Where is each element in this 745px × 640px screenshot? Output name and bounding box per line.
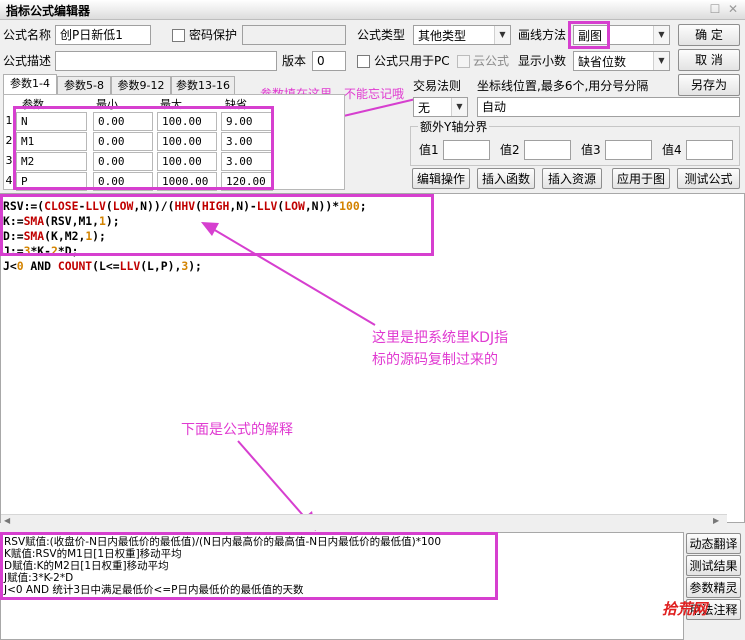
chevron-down-icon: ▼ (653, 26, 669, 44)
draw-label: 画线方法 (518, 28, 567, 42)
cancel-button[interactable]: 取 消 (678, 49, 740, 71)
code-annotation-line2: 标的源码复制过来的 (372, 352, 498, 368)
version-label: 版本 (282, 54, 307, 68)
apply-to-chart-button[interactable]: 应用于图 (612, 168, 670, 189)
insert-resource-button[interactable]: 插入资源 (542, 168, 602, 189)
editor-scrollbar[interactable]: ◀ ▶ (1, 514, 727, 530)
save-as-button[interactable]: 另存为 (678, 74, 740, 96)
password-label: 密码保护 (189, 28, 238, 42)
desc-label: 公式描述 (3, 54, 52, 68)
decimal-select[interactable]: 缺省位数 ▼ (573, 51, 670, 71)
insert-function-button[interactable]: 插入函数 (477, 168, 535, 189)
desc-input[interactable] (55, 51, 277, 71)
watermark-logo: 拾荒网 (662, 600, 708, 618)
pc-only-label: 公式只用于PC (374, 54, 450, 68)
decimal-label: 显示小数 (518, 54, 567, 68)
name-input[interactable]: 创P日新低1 (55, 25, 151, 45)
explain-annotation: 下面是公式的解释 (181, 422, 293, 438)
chevron-down-icon: ▼ (451, 98, 467, 116)
chevron-down-icon: ▼ (653, 52, 669, 70)
scroll-left-icon[interactable]: ◀ (4, 516, 10, 525)
code-line-cond: J<0 AND COUNT(L<=LLV(L,P),3); (3, 259, 202, 273)
test-result-button[interactable]: 测试结果 (686, 555, 741, 576)
trade-rule-value: 无 (418, 101, 431, 115)
maximize-icon[interactable]: ☐ (708, 2, 722, 16)
cloud-label: 云公式 (473, 54, 510, 68)
explain-highlight (0, 532, 498, 600)
type-select-value: 其他类型 (418, 29, 467, 43)
test-formula-button[interactable]: 测试公式 (677, 168, 740, 189)
trade-rule-select[interactable]: 无 ▼ (413, 97, 468, 117)
code-arrow (201, 222, 376, 326)
scroll-right-icon[interactable]: ▶ (713, 516, 719, 525)
extra-axis-label: 额外Y轴分界 (418, 117, 490, 137)
dynamic-translate-button[interactable]: 动态翻译 (686, 533, 741, 554)
tab-params-9-12[interactable]: 参数9-12 (111, 76, 171, 95)
close-icon[interactable]: ✕ (726, 2, 740, 16)
cloud-checkbox[interactable] (457, 55, 470, 68)
ok-button[interactable]: 确 定 (678, 24, 740, 46)
val4-input[interactable] (686, 140, 733, 160)
val3-input[interactable] (605, 140, 652, 160)
val2-input[interactable] (524, 140, 571, 160)
password-input[interactable] (242, 25, 346, 45)
version-input[interactable]: 0 (312, 51, 346, 71)
val4-label: 值4 (662, 143, 682, 157)
code-annotation-line1: 这里是把系统里KDJ指 (372, 330, 509, 346)
val1-label: 值1 (419, 143, 439, 157)
pc-only-checkbox[interactable] (357, 55, 370, 68)
tab-params-13-16[interactable]: 参数13-16 (171, 76, 235, 95)
param-wizard-button[interactable]: 参数精灵 (686, 577, 741, 598)
coord-label: 坐标线位置,最多6个,用分号分隔 (477, 79, 649, 93)
password-checkbox[interactable] (172, 29, 185, 42)
params-highlight (13, 106, 274, 190)
edit-operation-button[interactable]: 编辑操作 (412, 168, 470, 189)
val3-label: 值3 (581, 143, 601, 157)
tab-params-1-4[interactable]: 参数1-4 (3, 74, 57, 95)
window-title: 指标公式编辑器 (6, 4, 91, 18)
name-label: 公式名称 (3, 28, 52, 42)
tab-params-5-8[interactable]: 参数5-8 (57, 76, 111, 95)
title-bar: 指标公式编辑器 ☐ ✕ (0, 0, 745, 20)
trade-rule-label: 交易法则 (413, 79, 462, 93)
type-label: 公式类型 (357, 28, 406, 42)
draw-method-highlight (568, 21, 610, 49)
decimal-select-value: 缺省位数 (578, 55, 627, 69)
type-select[interactable]: 其他类型 ▼ (413, 25, 511, 45)
chevron-down-icon: ▼ (494, 26, 510, 44)
val2-label: 值2 (500, 143, 520, 157)
val1-input[interactable] (443, 140, 490, 160)
coord-input[interactable]: 自动 (477, 97, 740, 117)
